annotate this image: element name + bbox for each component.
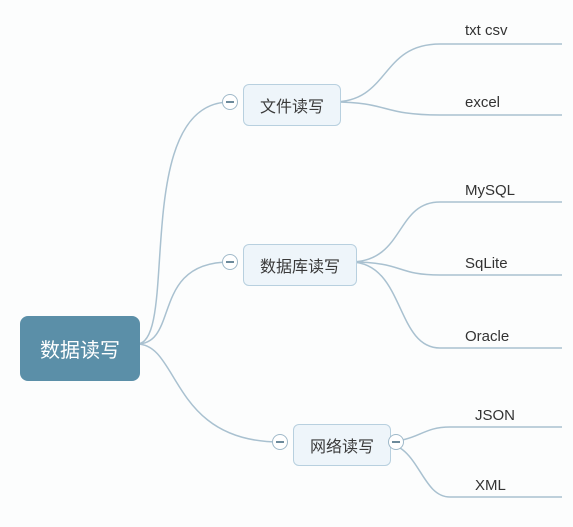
root-label: 数据读写 — [40, 340, 120, 362]
leaf-sqlite: SqLite — [465, 255, 508, 272]
branch-label-db: 数据库读写 — [260, 259, 340, 276]
branch-label-file: 文件读写 — [260, 99, 324, 116]
leaf-json: JSON — [475, 407, 515, 424]
collapse-toggle-net-right[interactable] — [388, 434, 404, 450]
branch-node-net[interactable]: 网络读写 — [293, 424, 391, 466]
leaf-excel: excel — [465, 94, 500, 111]
branch-node-db[interactable]: 数据库读写 — [243, 244, 357, 286]
leaf-mysql: MySQL — [465, 182, 515, 199]
branch-label-net: 网络读写 — [310, 439, 374, 456]
leaf-oracle: Oracle — [465, 328, 509, 345]
branch-node-file[interactable]: 文件读写 — [243, 84, 341, 126]
collapse-toggle-db[interactable] — [222, 254, 238, 270]
leaf-txt-csv: txt csv — [465, 22, 508, 39]
collapse-toggle-file[interactable] — [222, 94, 238, 110]
root-node[interactable]: 数据读写 — [20, 316, 140, 381]
collapse-toggle-net-left[interactable] — [272, 434, 288, 450]
leaf-xml: XML — [475, 477, 506, 494]
